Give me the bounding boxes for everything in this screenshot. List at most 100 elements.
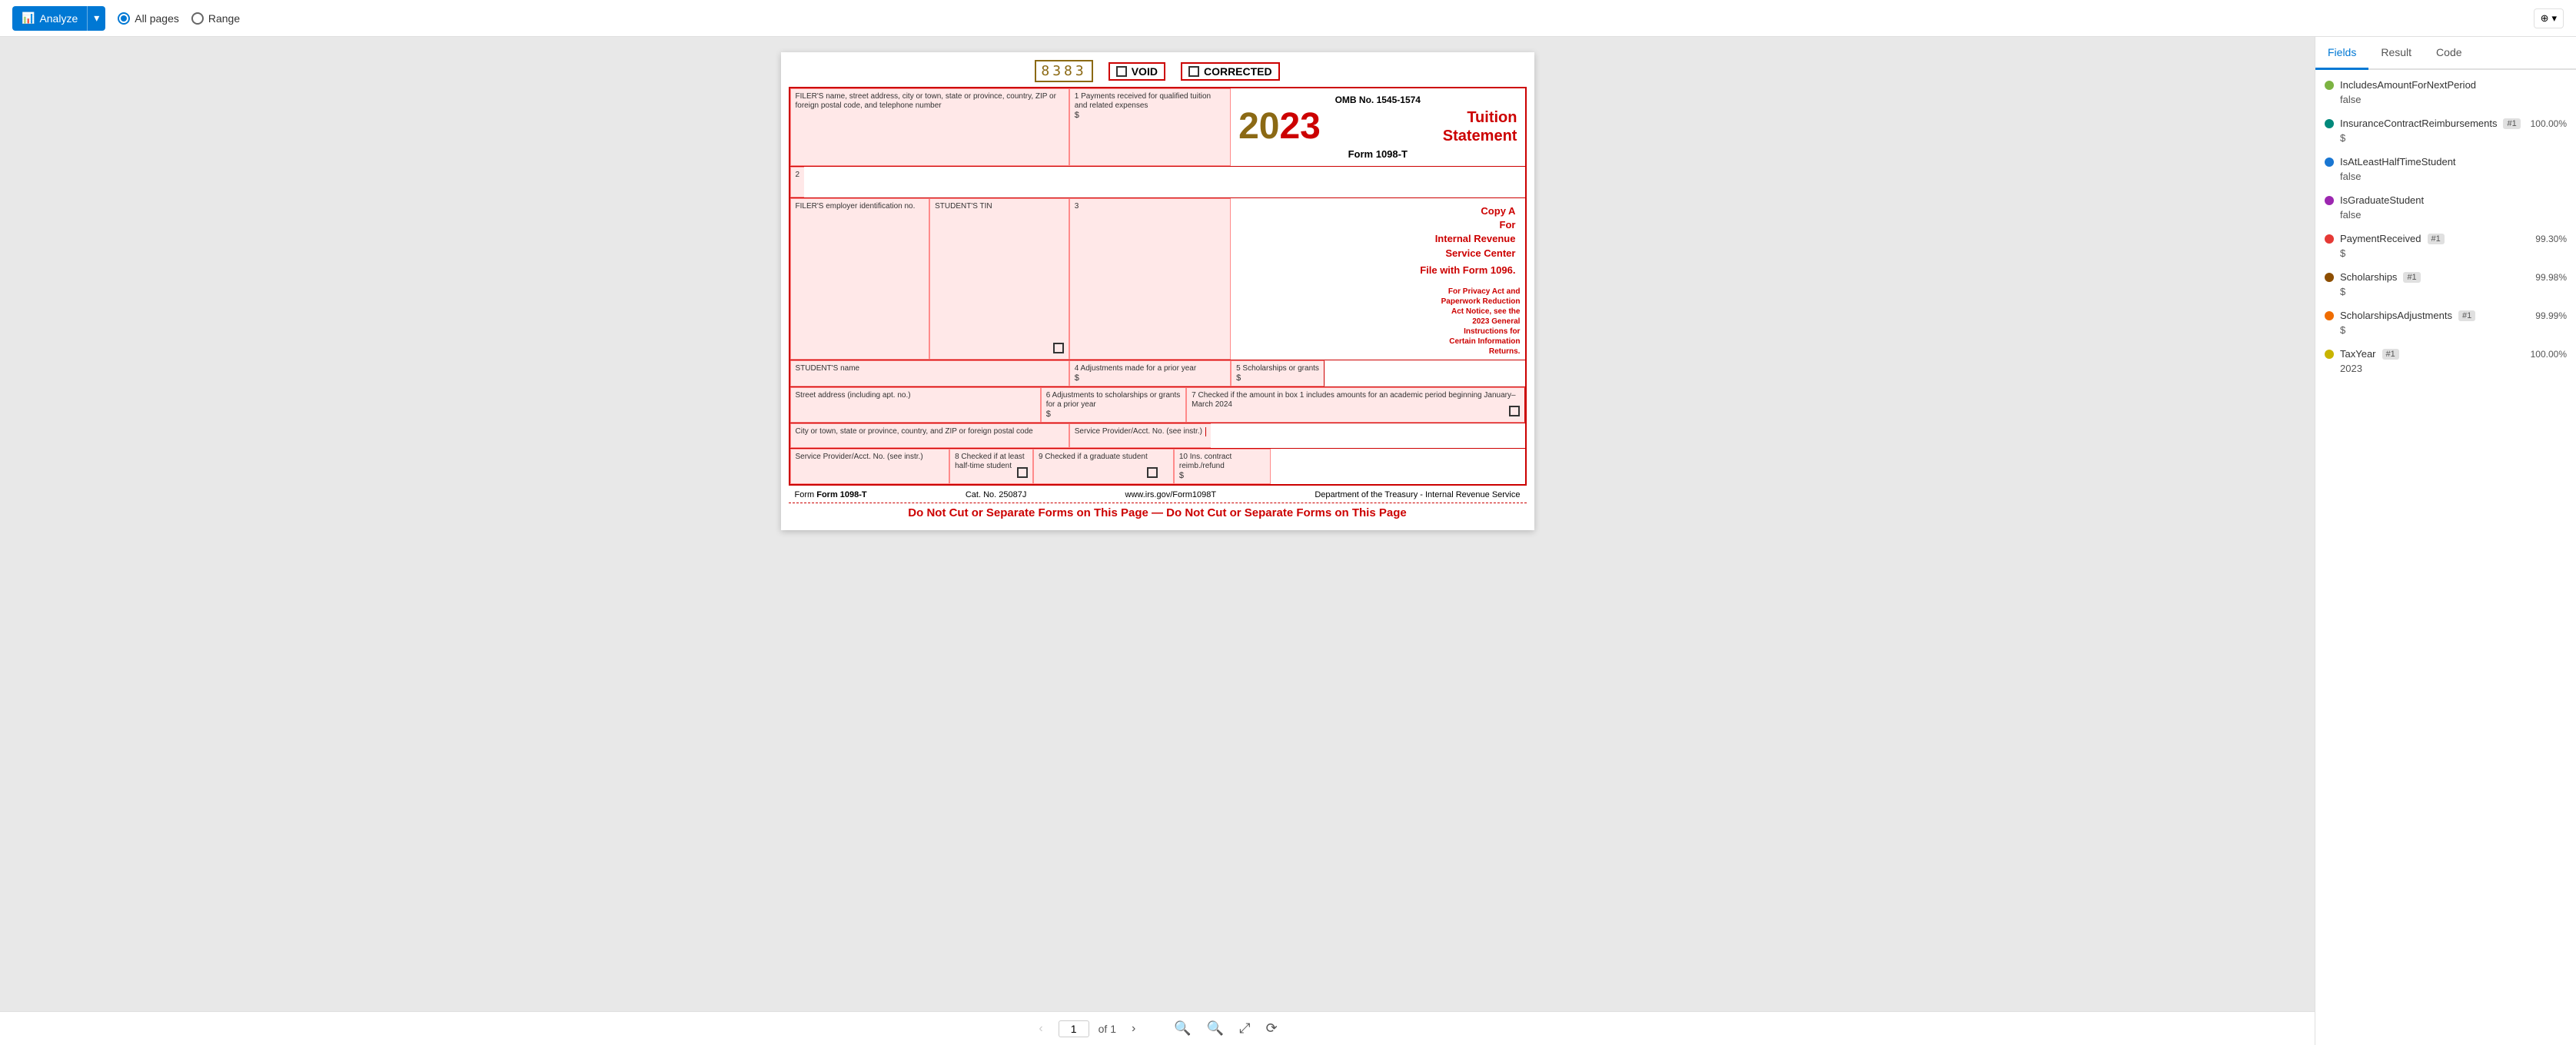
field-name-2[interactable]: IsAtLeastHalfTimeStudent <box>2340 156 2456 168</box>
field-item-isgraduatestudent: IsGraduateStudentfalse <box>2325 194 2567 221</box>
document-canvas[interactable]: 8383 VOID CORRECTED <box>0 37 2315 1011</box>
field-item-taxyear: TaxYear#1100.00%2023 <box>2325 348 2567 374</box>
box2-label: 2 <box>796 171 800 180</box>
field-name-7[interactable]: TaxYear <box>2340 348 2376 360</box>
field-dot-0 <box>2325 81 2334 90</box>
layers-button[interactable]: ⊕ ▾ <box>2534 8 2564 28</box>
field-name-4[interactable]: PaymentReceived <box>2340 233 2421 244</box>
box10-cell: 10 Ins. contract reimb./refund $ <box>1174 449 1271 484</box>
range-radio[interactable] <box>191 12 204 25</box>
fit-icon: ⤢ <box>1239 1020 1250 1036</box>
analyze-dropdown-icon: ▾ <box>94 12 99 25</box>
prev-page-button[interactable]: ‹ <box>1032 1019 1049 1039</box>
form-row-5: City or town, state or province, country… <box>790 423 1525 449</box>
filer-ein-cell: FILER'S employer identification no. <box>790 198 930 360</box>
field-value-0: false <box>2340 94 2567 105</box>
field-dot-1 <box>2325 119 2334 128</box>
document-navigation: ‹ of 1 › 🔍 🔍 ⤢ ⟳ <box>0 1011 2315 1045</box>
box7-label: 7 Checked if the amount in box 1 include… <box>1192 391 1519 410</box>
field-name-1[interactable]: InsuranceContractReimbursements <box>2340 118 2497 129</box>
field-value-5: $ <box>2340 286 2567 297</box>
copy-dept: Internal Revenue Service Center <box>1240 232 1515 260</box>
analyze-label: Analyze <box>39 12 78 25</box>
zoom-out-button[interactable]: 🔍 <box>1169 1019 1195 1038</box>
field-header-1: InsuranceContractReimbursements#1100.00% <box>2325 118 2567 129</box>
all-pages-radio[interactable] <box>118 12 130 25</box>
field-confidence-1: 100.00% <box>2531 118 2567 129</box>
footer-form: Form Form 1098-T <box>795 490 867 499</box>
corrected-box: CORRECTED <box>1181 62 1280 81</box>
year-23: 23 <box>1279 106 1320 147</box>
rotate-button[interactable]: ⟳ <box>1261 1019 1282 1038</box>
service-acct-label: Service Provider/Acct. No. (see instr.) <box>796 453 945 462</box>
field-dot-7 <box>2325 350 2334 359</box>
analyze-dropdown-arrow[interactable]: ▾ <box>88 6 105 31</box>
field-name-3[interactable]: IsGraduateStudent <box>2340 194 2424 206</box>
tab-result[interactable]: Result <box>2368 37 2424 70</box>
all-pages-option[interactable]: All pages <box>118 12 179 25</box>
field-confidence-4: 99.30% <box>2535 234 2567 244</box>
box4-dollar: $ <box>1075 373 1225 383</box>
corrected-checkbox <box>1188 66 1199 77</box>
box9-checkbox <box>1147 467 1158 480</box>
fit-button[interactable]: ⤢ <box>1235 1019 1255 1038</box>
student-name-label: STUDENT'S name <box>796 364 1064 373</box>
box5-label: 5 Scholarships or grants <box>1236 364 1319 373</box>
next-page-button[interactable]: › <box>1125 1019 1142 1039</box>
box1-label: 1 Payments received for qualified tuitio… <box>1075 92 1225 111</box>
zoom-in-icon: 🔍 <box>1207 1020 1224 1036</box>
box4-label: 4 Adjustments made for a prior year <box>1075 364 1225 373</box>
barcode: 8383 <box>1035 60 1092 82</box>
zoom-out-icon: 🔍 <box>1174 1020 1191 1036</box>
all-pages-label: All pages <box>135 12 179 25</box>
field-dot-4 <box>2325 234 2334 244</box>
form-title-section: TuitionStatement <box>1443 108 1517 145</box>
box2-cell: 2 <box>790 167 805 197</box>
box1-cell: 1 Payments received for qualified tuitio… <box>1069 88 1231 166</box>
analyze-main[interactable]: 📊 Analyze <box>12 6 87 31</box>
field-item-isatleasthalftimestudent: IsAtLeastHalfTimeStudent false <box>2325 156 2567 182</box>
analyze-button[interactable]: 📊 Analyze ▾ <box>12 6 105 31</box>
service-acct-cell: Service Provider/Acct. No. (see instr.) <box>790 449 950 484</box>
box9-label: 9 Checked if a graduate student <box>1039 453 1168 462</box>
service-section: Service Provider/Acct. No. (see instr.) <box>1075 427 1206 436</box>
range-option[interactable]: Range <box>191 12 240 25</box>
box7-checkbox <box>1509 406 1520 419</box>
footer-form-bold: Form 1098-T <box>816 490 866 499</box>
box9-cell: 9 Checked if a graduate student <box>1033 449 1174 484</box>
box3-cell: 3 <box>1069 198 1231 360</box>
field-item-scholarshipsadjustments: ScholarshipsAdjustments#199.99%$ <box>2325 310 2567 336</box>
box6-dollar: $ <box>1046 410 1181 419</box>
copy-section: Copy A For Internal Revenue Service Cent… <box>1235 201 1520 280</box>
row5-inner: Service Provider/Acct. No. (see instr.) <box>1075 427 1206 436</box>
page-input[interactable] <box>1059 1020 1089 1037</box>
field-confidence-5: 99.98% <box>2535 272 2567 283</box>
tab-code[interactable]: Code <box>2424 37 2474 70</box>
box6-cell: 6 Adjustments to scholarships or grants … <box>1041 387 1186 423</box>
toolbar: 📊 Analyze ▾ All pages Range ⊕ ▾ <box>0 0 2576 37</box>
field-badge-5: #1 <box>2403 272 2420 283</box>
layers-icon: ⊕ <box>2541 12 2549 25</box>
form-grid: FILER'S name, street address, city or to… <box>789 87 1527 486</box>
field-header-5: Scholarships #1 99.98% <box>2325 271 2567 283</box>
filer-name-cell: FILER'S name, street address, city or to… <box>790 88 1069 166</box>
field-item-scholarships: Scholarships #1 99.98% $ <box>2325 271 2567 297</box>
page-range-options: All pages Range <box>118 12 240 25</box>
analyze-icon: 📊 <box>22 12 35 25</box>
field-name-5[interactable]: Scholarships <box>2340 271 2397 283</box>
box8-cell: 8 Checked if at least half-time student <box>949 449 1033 484</box>
zoom-in-button[interactable]: 🔍 <box>1202 1019 1228 1038</box>
range-label: Range <box>208 12 240 25</box>
do-not-cut: Do Not Cut or Separate Forms on This Pag… <box>789 503 1527 522</box>
field-header-0: IncludesAmountForNextPeriod <box>2325 79 2567 91</box>
tab-fields[interactable]: Fields <box>2315 37 2368 70</box>
box8-checkbox <box>1017 467 1028 480</box>
street-cell: Street address (including apt. no.) <box>790 387 1041 423</box>
panel-tabs: Fields Result Code <box>2315 37 2576 70</box>
omb-section: OMB No. 1545-1574 2023 TuitionStatement <box>1235 91 1520 163</box>
field-name-0[interactable]: IncludesAmountForNextPeriod <box>2340 79 2476 91</box>
field-name-6[interactable]: ScholarshipsAdjustments <box>2340 310 2452 321</box>
student-tin-label: STUDENT'S TIN <box>935 202 1064 211</box>
field-value-2: false <box>2340 171 2567 182</box>
document-viewer: 8383 VOID CORRECTED <box>0 37 2315 1045</box>
